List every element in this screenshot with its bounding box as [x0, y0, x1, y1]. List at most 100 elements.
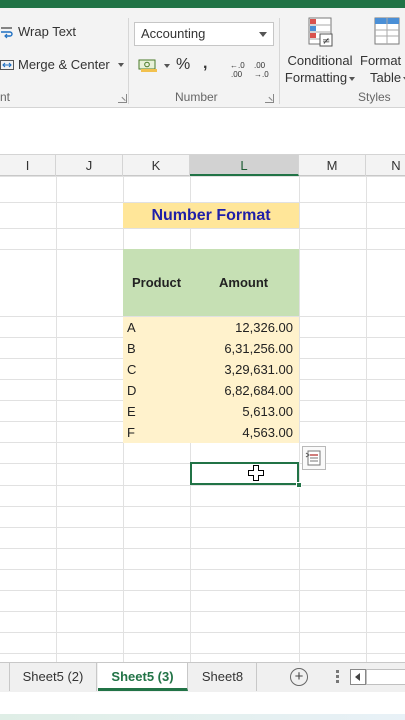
- amount-cell: 4,563.00: [242, 425, 293, 440]
- svg-text:.00: .00: [231, 70, 243, 79]
- conditional-formatting-line1: Conditional: [287, 53, 353, 68]
- number-format-select[interactable]: Accounting: [134, 22, 274, 46]
- product-cell: D: [127, 383, 137, 398]
- horizontal-scrollbar[interactable]: [366, 669, 405, 685]
- grid-line: [0, 548, 405, 549]
- amount-cell: 6,31,256.00: [224, 341, 293, 356]
- merge-center-icon: [0, 59, 14, 70]
- decrease-decimal-button[interactable]: .00 →.0: [252, 60, 276, 80]
- table-row[interactable]: E 5,613.00: [123, 401, 299, 422]
- product-cell: C: [127, 362, 137, 377]
- accounting-money-icon: [138, 59, 157, 72]
- wrap-text-icon: [1, 26, 13, 38]
- column-header-n[interactable]: N: [366, 155, 405, 176]
- column-header-l[interactable]: L: [190, 155, 299, 176]
- quick-analysis-button[interactable]: [302, 446, 326, 470]
- table-row[interactable]: B 6,31,256.00: [123, 338, 299, 359]
- formula-area-gap: [0, 108, 405, 155]
- status-strip: [0, 692, 405, 720]
- comma-symbol: ,: [203, 55, 208, 72]
- column-header-j[interactable]: J: [56, 155, 123, 176]
- decrease-decimal-icon: .00 →.0: [254, 61, 269, 79]
- format-table-line2: Table: [370, 70, 402, 85]
- column-header-row: I J K L M N: [0, 155, 405, 176]
- fill-handle[interactable]: [296, 482, 302, 488]
- product-cell: E: [127, 404, 136, 419]
- grid-line: [0, 228, 405, 229]
- chevron-down-icon: [259, 32, 267, 37]
- format-as-table-button[interactable]: Format Table: [360, 16, 405, 86]
- table-title-cell[interactable]: Number Format: [123, 203, 299, 228]
- percent-style-button[interactable]: %: [176, 56, 190, 74]
- product-cell: B: [127, 341, 136, 356]
- merge-dropdown-caret[interactable]: [117, 62, 124, 67]
- product-cell: A: [127, 320, 136, 335]
- increase-decimal-icon: ←.0 .00: [230, 61, 245, 79]
- svg-text:←.0: ←.0: [230, 61, 245, 70]
- number-format-value: Accounting: [141, 26, 206, 41]
- grid-line: [0, 176, 405, 177]
- svg-text:≠: ≠: [322, 36, 330, 47]
- amount-cell: 6,82,684.00: [224, 383, 293, 398]
- add-sheet-button[interactable]: +: [290, 668, 308, 686]
- comma-style-button[interactable]: ,: [203, 55, 207, 73]
- worksheet-grid[interactable]: Number Format Product Amount A 12,326.00…: [0, 176, 405, 662]
- grid-line: [0, 569, 405, 570]
- ribbon: Wrap Text Merge & Center nt Accounting %…: [0, 8, 405, 108]
- table-row[interactable]: D 6,82,684.00: [123, 380, 299, 401]
- product-cell: F: [127, 425, 135, 440]
- table-header-cell[interactable]: Product Amount: [123, 249, 299, 316]
- conditional-formatting-line2: Formatting: [284, 70, 348, 85]
- alignment-group-label: nt: [0, 90, 11, 104]
- svg-text:→.0: →.0: [254, 70, 269, 79]
- tab-sheet8[interactable]: Sheet8: [189, 663, 257, 691]
- wrap-text-button[interactable]: Wrap Text: [0, 24, 76, 39]
- accounting-dropdown-caret[interactable]: [164, 64, 170, 68]
- grid-line: [0, 611, 405, 612]
- grid-line: [0, 527, 405, 528]
- styles-group-label: Styles: [358, 90, 391, 104]
- sheet-tab-hidden-prev[interactable]: [0, 663, 10, 691]
- number-group-label: Number: [175, 90, 218, 104]
- grid-line: [0, 632, 405, 633]
- amount-cell: 3,29,631.00: [224, 362, 293, 377]
- svg-text:.00: .00: [254, 61, 266, 70]
- amount-header: Amount: [219, 275, 269, 290]
- table-row[interactable]: F 4,563.00: [123, 422, 299, 443]
- percent-symbol: %: [176, 56, 191, 73]
- title-bar-strip: [0, 0, 405, 8]
- amount-cell: 5,613.00: [242, 404, 293, 419]
- grid-line: [0, 590, 405, 591]
- grid-line: [0, 485, 405, 486]
- accounting-format-button[interactable]: [138, 58, 170, 74]
- column-header-k[interactable]: K: [123, 155, 190, 176]
- cell-cursor-cross-icon: [248, 465, 264, 481]
- more-options-icon[interactable]: [336, 675, 339, 678]
- column-header-m[interactable]: M: [299, 155, 366, 176]
- conditional-dropdown-caret: [349, 76, 356, 81]
- merge-center-button[interactable]: Merge & Center: [0, 57, 124, 72]
- sheet-tabs-bar: Sheet5 (2) Sheet5 (3) Sheet8 +: [0, 662, 405, 692]
- amount-cell: 12,326.00: [235, 320, 293, 335]
- quick-analysis-icon: [305, 450, 321, 466]
- format-table-icon: [374, 17, 400, 45]
- merge-center-label: Merge & Center: [18, 57, 110, 72]
- grid-line: [0, 506, 405, 507]
- active-cell-l-selection[interactable]: [190, 462, 299, 485]
- alignment-launcher-icon[interactable]: [118, 94, 127, 103]
- scroll-left-button[interactable]: [350, 669, 366, 685]
- tab-sheet5-3[interactable]: Sheet5 (3): [98, 663, 188, 691]
- group-divider: [279, 18, 280, 104]
- number-launcher-icon[interactable]: [265, 94, 274, 103]
- column-header-i[interactable]: I: [0, 155, 56, 176]
- conditional-formatting-button[interactable]: ≠ Conditional Formatting: [284, 16, 356, 86]
- table-row[interactable]: A 12,326.00: [123, 317, 299, 338]
- table-row[interactable]: C 3,29,631.00: [123, 359, 299, 380]
- tab-sheet5-2[interactable]: Sheet5 (2): [10, 663, 97, 691]
- format-table-line1: Format: [360, 53, 402, 68]
- group-divider: [128, 18, 129, 104]
- conditional-formatting-icon: ≠: [308, 17, 333, 47]
- increase-decimal-button[interactable]: ←.0 .00: [228, 60, 252, 80]
- grid-line: [0, 653, 405, 654]
- product-header: Product: [132, 275, 182, 290]
